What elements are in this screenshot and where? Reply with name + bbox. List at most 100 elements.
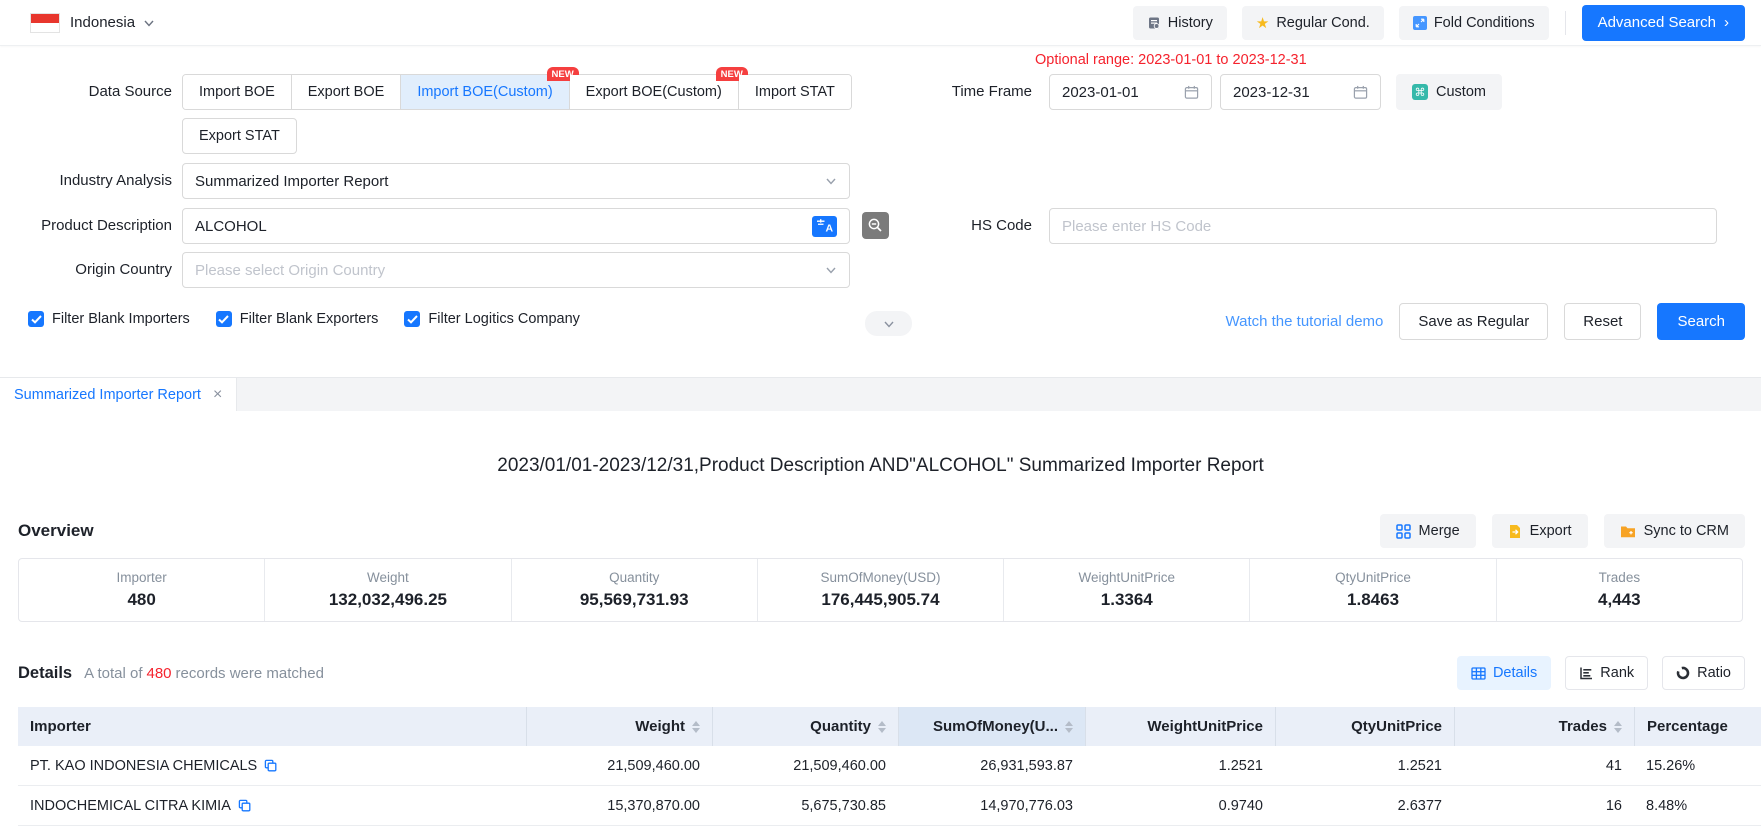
- chevron-right-icon: ›: [1724, 15, 1729, 30]
- sort-icon[interactable]: [692, 721, 700, 733]
- stat-importer: Importer480: [19, 559, 264, 621]
- chevron-down-icon: [883, 318, 895, 330]
- table-row: INDOCHEMICAL CITRA KIMIA 15,370,870.00 5…: [18, 786, 1761, 826]
- data-source-export-boe-custom[interactable]: Export BOE(Custom) NEW: [570, 75, 739, 109]
- col-quantity[interactable]: Quantity: [712, 707, 898, 746]
- view-rank-button[interactable]: Rank: [1565, 656, 1648, 690]
- country-label: Indonesia: [70, 14, 135, 31]
- table-header-row: Importer Weight Quantity SumOfMoney(U...…: [18, 707, 1761, 746]
- stat-trades: Trades4,443: [1496, 559, 1742, 621]
- search-button[interactable]: Search: [1657, 303, 1745, 340]
- trades-cell: 16: [1454, 786, 1634, 825]
- hs-code-input[interactable]: Please enter HS Code: [1049, 208, 1717, 244]
- merge-button[interactable]: Merge: [1380, 514, 1476, 548]
- col-percentage[interactable]: Percentage: [1634, 707, 1761, 746]
- col-weight-unit-price[interactable]: WeightUnitPrice: [1085, 707, 1275, 746]
- tab-summarized-importer-report[interactable]: Summarized Importer Report ×: [0, 378, 237, 411]
- stat-quantity: Quantity95,569,731.93: [511, 559, 757, 621]
- merge-icon: [1396, 524, 1411, 539]
- col-weight[interactable]: Weight: [526, 707, 712, 746]
- copy-icon[interactable]: [238, 799, 251, 812]
- col-sum-of-money[interactable]: SumOfMoney(U...: [898, 707, 1085, 746]
- weight-unit-price-cell: 0.9740: [1085, 786, 1275, 825]
- overview-heading: Overview: [18, 521, 94, 541]
- stat-qty-unit-price: QtyUnitPrice1.8463: [1249, 559, 1495, 621]
- country-selector[interactable]: Indonesia: [70, 14, 155, 31]
- trades-cell: 41: [1454, 746, 1634, 785]
- custom-icon: ⌘: [1412, 84, 1428, 100]
- advanced-search-button[interactable]: Advanced Search ›: [1582, 5, 1745, 41]
- fold-conditions-button[interactable]: Fold Conditions: [1399, 6, 1549, 40]
- export-button[interactable]: Export: [1492, 514, 1588, 548]
- expand-filters-button[interactable]: [865, 311, 912, 336]
- data-source-import-stat[interactable]: Import STAT: [739, 75, 851, 109]
- date-start-input[interactable]: 2023-01-01: [1049, 74, 1212, 110]
- sort-icon[interactable]: [1614, 721, 1622, 733]
- details-table: Importer Weight Quantity SumOfMoney(U...…: [18, 707, 1761, 826]
- data-source-export-stat[interactable]: Export STAT: [182, 118, 297, 154]
- quantity-cell: 21,509,460.00: [712, 746, 898, 785]
- time-frame-label: Time Frame: [860, 74, 1032, 110]
- tab-title: Summarized Importer Report: [14, 387, 201, 403]
- filter-blank-importers-checkbox[interactable]: Filter Blank Importers: [28, 311, 190, 327]
- hs-code-label: HS Code: [860, 208, 1032, 244]
- chevron-down-icon: [825, 264, 837, 276]
- report-content: 2023/01/01-2023/12/31,Product Descriptio…: [0, 455, 1761, 826]
- quantity-cell: 5,675,730.85: [712, 786, 898, 825]
- importer-name-cell[interactable]: INDOCHEMICAL CITRA KIMIA: [18, 786, 526, 825]
- origin-country-select[interactable]: Please select Origin Country: [182, 252, 850, 288]
- filter-blank-exporters-checkbox[interactable]: Filter Blank Exporters: [216, 311, 379, 327]
- copy-icon[interactable]: [264, 759, 277, 772]
- col-importer[interactable]: Importer: [18, 707, 526, 746]
- view-details-button[interactable]: Details: [1457, 656, 1551, 690]
- sync-to-crm-button[interactable]: Sync to CRM: [1604, 514, 1745, 548]
- star-icon: ★: [1256, 14, 1269, 32]
- origin-country-label: Origin Country: [0, 252, 172, 288]
- industry-analysis-label: Industry Analysis: [0, 163, 172, 199]
- industry-analysis-select[interactable]: Summarized Importer Report: [182, 163, 850, 199]
- top-bar: Indonesia History ★ Regular Cond. Fold C…: [0, 0, 1761, 46]
- data-source-import-boe[interactable]: Import BOE: [183, 75, 292, 109]
- chevron-down-icon: [143, 17, 155, 29]
- tutorial-demo-link[interactable]: Watch the tutorial demo: [1226, 313, 1384, 330]
- reset-button[interactable]: Reset: [1564, 303, 1641, 340]
- data-source-export-boe[interactable]: Export BOE: [292, 75, 402, 109]
- advanced-search-label: Advanced Search: [1598, 14, 1716, 31]
- col-qty-unit-price[interactable]: QtyUnitPrice: [1275, 707, 1454, 746]
- ratio-pie-icon: [1676, 666, 1690, 680]
- history-button[interactable]: History: [1133, 6, 1227, 40]
- product-description-input[interactable]: ALCOHOL A: [182, 208, 850, 244]
- match-summary: A total of480records were matched: [84, 665, 324, 682]
- calendar-icon: [1353, 85, 1368, 100]
- sort-icon[interactable]: [878, 721, 886, 733]
- data-source-import-boe-custom[interactable]: Import BOE(Custom) NEW: [401, 75, 569, 109]
- weight-cell: 21,509,460.00: [526, 746, 712, 785]
- col-trades[interactable]: Trades: [1454, 707, 1634, 746]
- checkbox-checked-icon: [28, 311, 44, 327]
- qty-unit-price-cell: 1.2521: [1275, 746, 1454, 785]
- translate-icon[interactable]: A: [812, 216, 837, 237]
- close-icon[interactable]: ×: [213, 387, 222, 403]
- stat-sum-of-money: SumOfMoney(USD)176,445,905.74: [757, 559, 1003, 621]
- sum-of-money-cell: 14,970,776.03: [898, 786, 1085, 825]
- table-row: PT. KAO INDONESIA CHEMICALS 21,509,460.0…: [18, 746, 1761, 786]
- indonesia-flag-icon: [30, 13, 60, 33]
- checkbox-checked-icon: [404, 311, 420, 327]
- view-ratio-button[interactable]: Ratio: [1662, 656, 1745, 690]
- fold-conditions-label: Fold Conditions: [1434, 15, 1535, 31]
- stat-weight-unit-price: WeightUnitPrice1.3364: [1003, 559, 1249, 621]
- details-heading: Details: [18, 664, 72, 683]
- calendar-icon: [1184, 85, 1199, 100]
- optional-range-text: Optional range: 2023-01-01 to 2023-12-31: [1035, 52, 1307, 68]
- search-filter-form: Optional range: 2023-01-01 to 2023-12-31…: [0, 46, 1761, 377]
- crm-folder-icon: [1620, 525, 1636, 538]
- importer-name-cell[interactable]: PT. KAO INDONESIA CHEMICALS: [18, 746, 526, 785]
- regular-cond-button[interactable]: ★ Regular Cond.: [1242, 6, 1384, 40]
- history-label: History: [1168, 15, 1213, 31]
- save-as-regular-button[interactable]: Save as Regular: [1399, 303, 1548, 340]
- custom-range-button[interactable]: ⌘ Custom: [1396, 74, 1502, 110]
- filter-logitics-company-checkbox[interactable]: Filter Logitics Company: [404, 311, 580, 327]
- date-end-input[interactable]: 2023-12-31: [1220, 74, 1381, 110]
- data-source-label: Data Source: [0, 74, 172, 110]
- sort-icon[interactable]: [1065, 721, 1073, 733]
